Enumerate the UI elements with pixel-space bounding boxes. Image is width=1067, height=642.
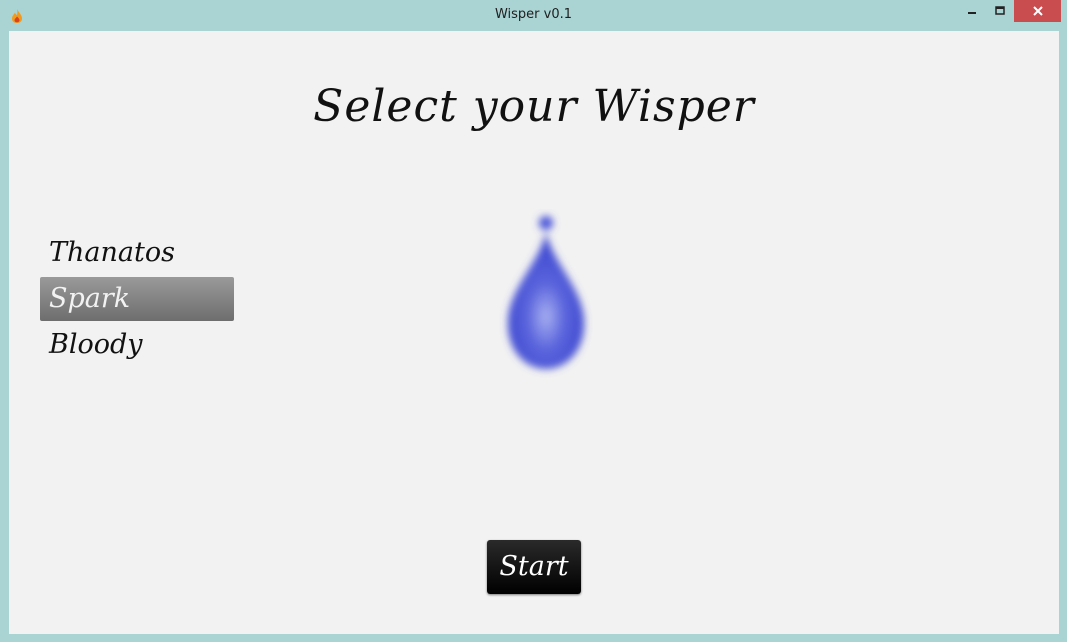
maximize-button[interactable]: [986, 0, 1014, 22]
close-icon: [1032, 6, 1043, 16]
title-bar[interactable]: Wisper v0.1: [0, 0, 1067, 31]
page-title: Select your Wisper: [313, 81, 755, 132]
wisper-list[interactable]: Thanatos Spark Bloody: [40, 231, 234, 369]
window-title: Wisper v0.1: [494, 7, 573, 22]
list-item-spark[interactable]: Spark: [40, 277, 234, 321]
main-panel: Select your Wisper Thanatos Spark Bloody…: [9, 31, 1059, 634]
list-item-thanatos[interactable]: Thanatos: [40, 231, 234, 275]
minimize-icon: [968, 12, 976, 14]
start-button[interactable]: Start: [487, 540, 581, 594]
minimize-button[interactable]: [958, 0, 986, 22]
wisp-flame-icon: [507, 216, 585, 369]
maximize-icon: [995, 6, 1005, 15]
close-button[interactable]: [1014, 0, 1061, 22]
list-item-bloody[interactable]: Bloody: [40, 323, 234, 367]
